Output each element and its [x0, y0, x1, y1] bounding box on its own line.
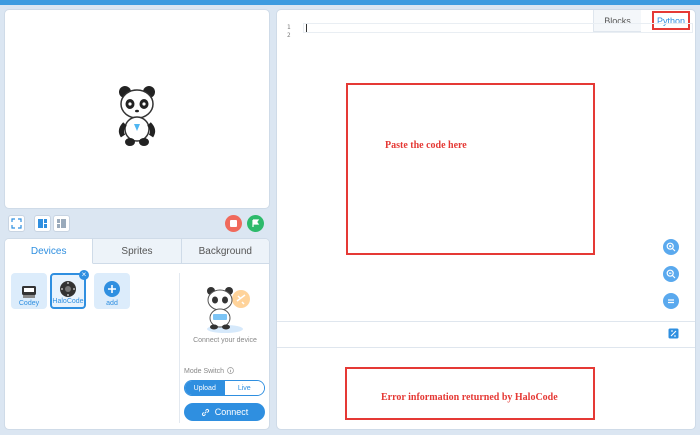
console-divider-top [277, 321, 695, 322]
tab-background[interactable]: Background [182, 239, 269, 263]
device-label: HaloCode [52, 298, 84, 305]
stage-toolbar [4, 213, 270, 237]
panel-tabs: Devices Sprites Background [5, 239, 269, 264]
close-icon[interactable]: × [79, 270, 89, 280]
halocode-icon [60, 281, 76, 297]
green-flag-icon[interactable] [247, 215, 264, 232]
panda-sprite[interactable] [117, 84, 157, 148]
tab-devices[interactable]: Devices [5, 239, 94, 264]
text-cursor [306, 24, 307, 32]
tab-sprites[interactable]: Sprites [93, 239, 182, 263]
line-number: 2 [287, 32, 291, 39]
info-icon[interactable] [227, 367, 234, 374]
devices-panel: Devices Sprites Background Codey × HaloC… [4, 238, 270, 430]
error-info-annotation: Error information returned by HaloCode [381, 392, 558, 403]
fullscreen-icon[interactable] [8, 215, 25, 232]
zoom-reset-icon[interactable] [663, 293, 679, 309]
code-paste-area-annotation[interactable] [346, 83, 595, 255]
device-label: add [106, 300, 118, 307]
paste-code-annotation: Paste the code here [385, 140, 467, 151]
stage-canvas[interactable] [4, 9, 270, 209]
layout-small-icon[interactable] [53, 215, 70, 232]
device-label: Codey [18, 300, 40, 307]
stop-icon[interactable] [225, 215, 242, 232]
connect-caption: Connect your device [193, 337, 257, 344]
mode-switch-label: Mode Switch [184, 367, 234, 375]
console-toggle-icon[interactable] [668, 328, 679, 339]
add-icon [104, 281, 120, 297]
connect-button[interactable]: Connect [184, 403, 265, 421]
app-top-bar [0, 0, 700, 5]
codey-icon [22, 286, 36, 298]
device-add[interactable]: add [94, 273, 130, 309]
mode-live-option[interactable]: Live [224, 381, 264, 395]
line-number: 1 [287, 24, 291, 31]
panel-divider [179, 273, 180, 423]
layout-large-icon[interactable] [34, 215, 51, 232]
mode-upload-option[interactable]: Upload [185, 381, 225, 395]
device-halocode[interactable]: × HaloCode [50, 270, 89, 309]
zoom-in-icon[interactable] [663, 239, 679, 255]
link-icon [201, 408, 209, 416]
console-divider-bottom [277, 347, 695, 348]
code-editor-panel: Blocks Python 1 2 Paste the code here Er… [276, 9, 696, 430]
zoom-out-icon[interactable] [663, 266, 679, 282]
panda-connect-illustration [207, 287, 250, 333]
mode-switch-toggle: Upload Live [184, 380, 265, 396]
device-codey[interactable]: Codey [11, 273, 47, 309]
active-line-highlight [303, 23, 693, 33]
